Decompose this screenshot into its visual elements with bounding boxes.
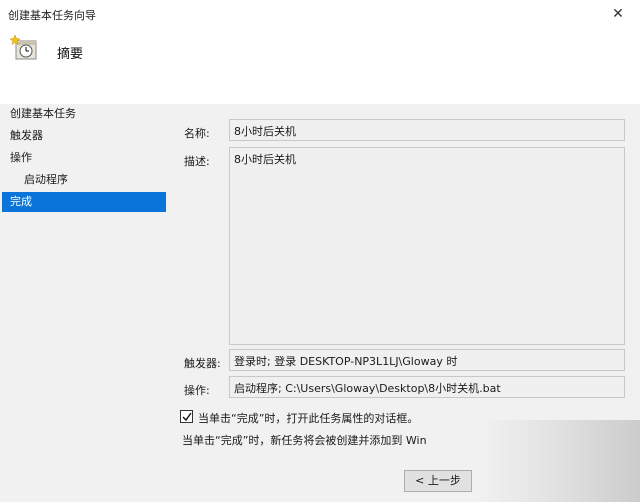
sidebar-item-start-program[interactable]: 启动程序 — [2, 170, 166, 190]
name-label: 名称: — [184, 127, 210, 140]
window-title: 创建基本任务向导 — [8, 9, 96, 22]
sidebar-item-action[interactable]: 操作 — [2, 148, 166, 168]
open-properties-checkbox[interactable] — [180, 410, 193, 423]
sidebar-item-create-task[interactable]: 创建基本任务 — [2, 104, 166, 124]
open-properties-label[interactable]: 当单击“完成”时，打开此任务属性的对话框。 — [198, 410, 418, 426]
task-clock-icon — [9, 34, 40, 64]
action-label: 操作: — [184, 384, 210, 397]
description-label: 描述: — [184, 155, 210, 168]
name-field: 8小时后关机 — [229, 119, 625, 141]
trigger-field: 登录时; 登录 DESKTOP-NP3L1LJ\Gloway 时 — [229, 349, 625, 371]
sidebar-item-trigger[interactable]: 触发器 — [2, 126, 166, 146]
action-field: 启动程序; C:\Users\Gloway\Desktop\8小时关机.bat — [229, 376, 625, 398]
image-watermark-fade — [480, 420, 640, 502]
trigger-label: 触发器: — [184, 357, 221, 370]
close-icon[interactable]: ✕ — [608, 4, 628, 24]
checkmark-icon — [182, 412, 192, 422]
title-bar: 创建基本任务向导 ✕ — [0, 0, 640, 30]
info-note: 当单击“完成”时，新任务将会被创建并添加到 Win — [182, 434, 427, 447]
wizard-steps-sidebar: 创建基本任务 触发器 操作 启动程序 完成 — [0, 104, 168, 502]
wizard-header: 摘要 — [0, 30, 640, 104]
back-button[interactable]: < 上一步 — [404, 470, 472, 492]
page-heading: 摘要 — [57, 47, 84, 62]
sidebar-item-finish[interactable]: 完成 — [2, 192, 166, 212]
description-field: 8小时后关机 — [229, 147, 625, 345]
